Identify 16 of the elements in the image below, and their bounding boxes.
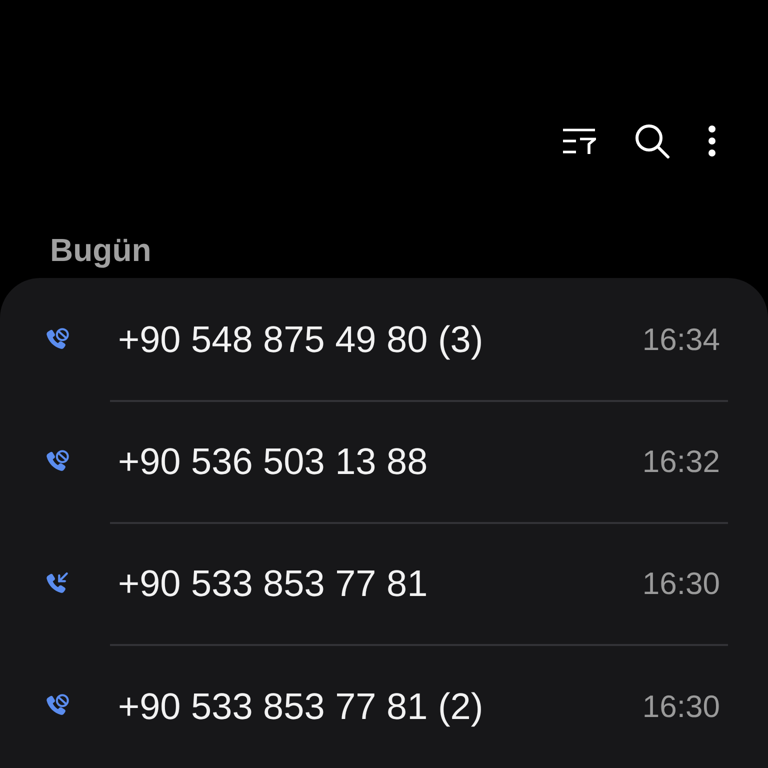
call-log-item[interactable]: +90 533 853 77 81 16:30 (0, 524, 768, 646)
search-icon[interactable] (634, 123, 670, 159)
phone-number: +90 548 875 49 80 (3) (117, 319, 484, 361)
call-time: 16:30 (642, 566, 721, 602)
section-header: Bugün (49, 231, 152, 270)
call-log-item[interactable]: +90 533 853 77 81 (2) 16:30 (0, 646, 768, 768)
filter-icon[interactable] (562, 127, 596, 155)
call-log-item[interactable]: +90 536 503 13 88 16:32 (0, 402, 768, 524)
call-log-item[interactable]: +90 548 875 49 80 (3) 16:34 (0, 278, 768, 402)
call-time: 16:32 (642, 444, 721, 480)
call-time: 16:30 (642, 689, 721, 725)
phone-number: +90 536 503 13 88 (117, 441, 428, 483)
call-time: 16:34 (642, 322, 721, 358)
phone-number: +90 533 853 77 81 (2) (117, 686, 484, 728)
phone-number: +90 533 853 77 81 (117, 563, 428, 605)
more-options-icon[interactable] (708, 125, 716, 157)
